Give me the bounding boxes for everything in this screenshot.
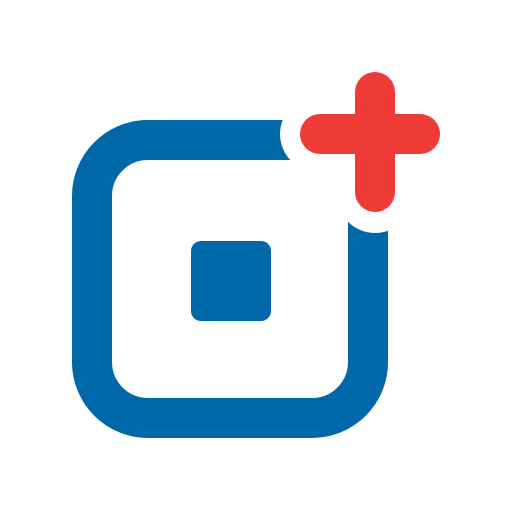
add-square-logo-icon bbox=[72, 72, 440, 438]
plus-icon bbox=[300, 72, 440, 212]
center-square bbox=[191, 241, 271, 321]
app-icon-canvas bbox=[0, 0, 512, 512]
